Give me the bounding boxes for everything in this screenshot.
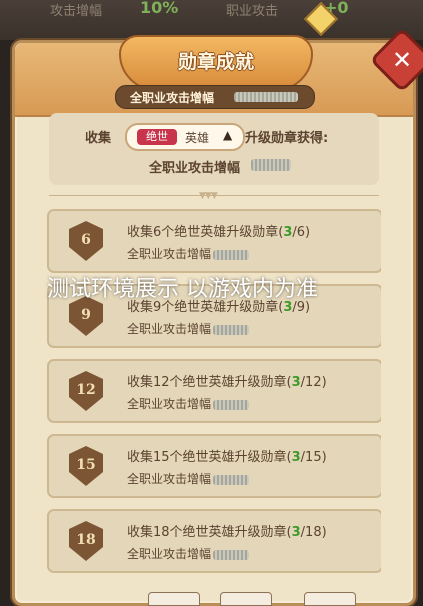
- subtitle-label: 全职业攻击增幅: [130, 91, 215, 105]
- row-reward: 全职业攻击增幅: [127, 395, 250, 412]
- medal-icon: 12: [65, 371, 107, 413]
- divider: ▼▼▼: [49, 191, 379, 201]
- collect-reward-blur: [251, 159, 291, 171]
- row-reward: 全职业攻击增幅: [127, 245, 250, 262]
- bottom-tab-1[interactable]: [148, 592, 200, 606]
- row-title: 收集18个绝世英雄升级勋章(3/18): [127, 525, 327, 540]
- hero-label: 英雄: [185, 131, 210, 145]
- subtitle-bar: 全职业攻击增幅: [115, 85, 315, 109]
- bg-left-label: 攻击增幅: [50, 4, 103, 19]
- rarity-dropdown[interactable]: 绝世 英雄 ▲: [125, 123, 245, 151]
- achievement-list[interactable]: 6 收集6个绝世英雄升级勋章(3/6) 全职业攻击增幅 9 收集9个绝世英雄升级…: [47, 209, 381, 589]
- achievement-row: 15 收集15个绝世英雄升级勋章(3/15) 全职业攻击增幅: [47, 434, 381, 498]
- collect-reward: 全职业攻击增幅: [149, 161, 241, 176]
- close-icon: ✕: [391, 46, 413, 74]
- test-environment-watermark: 测试环境展示 以游戏内为准: [47, 277, 318, 302]
- rarity-tag: 绝世: [137, 129, 177, 145]
- collect-label: 收集: [85, 131, 112, 146]
- medal-number: 15: [76, 457, 96, 473]
- bg-right-label: 职业攻击: [226, 4, 279, 19]
- medal-icon: 18: [65, 521, 107, 563]
- medal-number: 9: [81, 307, 91, 323]
- upgrade-label: 升级勋章获得:: [245, 131, 329, 146]
- medal-icon: 6: [65, 221, 107, 263]
- row-title: 收集12个绝世英雄升级勋章(3/12): [127, 375, 327, 390]
- row-reward: 全职业攻击增幅: [127, 320, 250, 337]
- background-stats-bar: 攻击增幅 10% 职业攻击 +0: [0, 0, 423, 40]
- bottom-tab-2[interactable]: [220, 592, 272, 606]
- achievement-row: 12 收集12个绝世英雄升级勋章(3/12) 全职业攻击增幅: [47, 359, 381, 423]
- chevron-down-icon: ▼▼▼: [199, 191, 218, 201]
- medal-number: 18: [76, 532, 96, 548]
- chevron-up-icon: ▲: [223, 128, 233, 142]
- collect-section: 收集 绝世 英雄 ▲ 升级勋章获得: 全职业攻击增幅: [49, 113, 379, 185]
- subtitle-value-blur: [234, 92, 298, 102]
- medal-number: 6: [81, 232, 91, 248]
- bottom-tabs: [140, 592, 400, 606]
- bottom-tab-3[interactable]: [304, 592, 356, 606]
- row-title: 收集6个绝世英雄升级勋章(3/6): [127, 225, 311, 240]
- achievement-panel: 勋章成就 全职业攻击增幅 ✕ 收集 绝世 英雄 ▲ 升级勋章获得: 全职业攻击增…: [12, 2, 423, 606]
- medal-number: 12: [76, 382, 96, 398]
- medal-icon: 15: [65, 446, 107, 488]
- row-reward: 全职业攻击增幅: [127, 470, 250, 487]
- row-title: 收集15个绝世英雄升级勋章(3/15): [127, 450, 327, 465]
- achievement-row: 6 收集6个绝世英雄升级勋章(3/6) 全职业攻击增幅: [47, 209, 381, 273]
- bg-left-value: 10%: [140, 0, 179, 17]
- row-reward: 全职业攻击增幅: [127, 545, 250, 562]
- title-banner: 勋章成就: [119, 2, 338, 91]
- panel-title: 勋章成就: [177, 51, 254, 73]
- achievement-row: 18 收集18个绝世英雄升级勋章(3/18) 全职业攻击增幅: [47, 509, 381, 573]
